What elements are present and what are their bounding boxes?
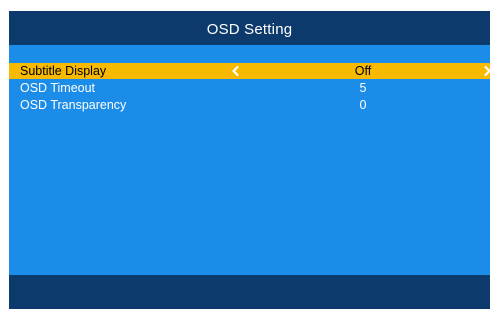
menu-item-label: Subtitle Display [20, 64, 107, 78]
chevron-right-icon[interactable] [480, 63, 490, 79]
menu-item-subtitle-display[interactable]: Subtitle Display Off [9, 63, 490, 79]
footer-bar [9, 275, 490, 309]
osd-screen: OSD Setting Subtitle Display Off OSD Tim… [9, 11, 490, 309]
menu-item-value: 0 [359, 98, 367, 112]
menu-item-osd-timeout[interactable]: OSD Timeout 5 [9, 80, 490, 96]
header-bar: OSD Setting [9, 11, 490, 45]
menu-item-value: 5 [359, 81, 367, 95]
settings-menu: Subtitle Display Off OSD Timeout 5 OSD T… [9, 63, 490, 114]
menu-item-label: OSD Transparency [20, 98, 127, 112]
menu-item-label: OSD Timeout [20, 81, 96, 95]
chevron-left-icon[interactable] [228, 63, 242, 79]
menu-item-osd-transparency[interactable]: OSD Transparency 0 [9, 97, 490, 113]
menu-item-value: Off [354, 64, 372, 78]
page-title: OSD Setting [206, 20, 293, 38]
